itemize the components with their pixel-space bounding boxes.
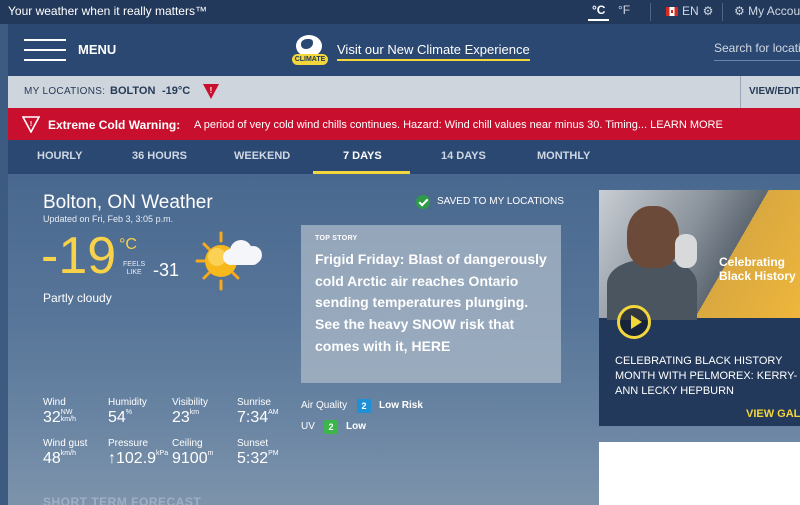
saved-to-my-locations-button[interactable]: SAVED TO MY LOCATIONS [437,196,564,207]
alert-title: Extreme Cold Warning: [48,118,181,132]
my-locations-bar: MY LOCATIONS: BOLTON -19°C ! VIEW/EDIT [8,76,800,108]
air-quality-level[interactable]: Low Risk [379,400,423,411]
ad-slot [599,442,800,505]
alert-triangle-icon: ! [22,116,40,133]
gallery-image[interactable]: Celebrating Black History [599,190,800,320]
tab-14-days[interactable]: 14 DAYS [441,150,486,162]
gallery-card[interactable]: Celebrating Black History CELEBRATING BLA… [599,190,800,426]
language-label: EN [682,4,699,18]
tab-hourly[interactable]: HOURLY [37,150,82,162]
canada-flag-icon [666,6,678,16]
account-label: My Account [748,4,800,18]
account-menu[interactable]: ⚙ My Account [734,4,800,18]
gallery-image-caption: Celebrating Black History [719,255,796,283]
location-temp: -19°C [162,85,191,97]
svg-text:!: ! [210,86,213,95]
climate-badge: CLIMATE [292,54,328,65]
feels-like-label: FEELS LIKE [123,261,146,276]
updated-timestamp: Updated on Fri, Feb 3, 3:05 p.m. [43,214,174,224]
page-title: Bolton, ON Weather [43,192,213,213]
site-tagline: Your weather when it really matters™ [8,4,207,18]
divider [650,3,651,21]
stat-wind-gust: Wind gust 48km/h [43,438,88,467]
feels-like-value: -31 [153,260,180,280]
short-term-forecast-heading: SHORT TERM FORECAST [43,495,202,505]
story-headline[interactable]: Frigid Friday: Blast of dangerously cold… [315,249,547,357]
tab-36-hours[interactable]: 36 HOURS [132,150,187,162]
partly-cloudy-sun-icon [195,231,262,291]
gear-icon: ⚙ [734,4,745,18]
menu-button[interactable]: MENU [78,42,116,57]
stat-visibility: Visibility 23km [172,397,208,426]
tab-weekend[interactable]: WEEKEND [234,150,290,162]
story-tag: TOP STORY [315,235,358,242]
play-icon[interactable] [617,305,651,339]
stat-pressure: Pressure ↑102.9kPa [108,438,169,467]
stat-sunrise: Sunrise 7:34AM [237,397,279,426]
climate-experience-link[interactable]: Visit our New Climate Experience [337,42,530,61]
alert-text[interactable]: A period of very cold wind chills contin… [194,119,723,131]
site-header: MENU CLIMATE Visit our New Climate Exper… [8,24,800,76]
current-temperature: -19 [41,227,117,285]
air-quality-label: Air Quality [301,400,348,411]
my-locations-label: MY LOCATIONS: [24,86,106,97]
location-bolton-link[interactable]: BOLTON [110,85,155,97]
uv-level[interactable]: Low [346,421,366,432]
weather-alert-banner[interactable]: ! Extreme Cold Warning: A period of very… [8,108,800,140]
unit-celsius-toggle[interactable]: °C [587,3,611,21]
stat-ceiling: Ceiling 9100m [172,438,214,467]
stat-sunset: Sunset 5:32PM [237,438,279,467]
unit-fahrenheit-toggle[interactable]: °F [618,3,630,17]
language-selector[interactable]: EN ⚙ [666,4,713,18]
stat-humidity: Humidity 54% [108,397,147,426]
current-conditions-panel: Bolton, ON Weather Updated on Fri, Feb 3… [8,174,800,505]
stat-wind: Wind 32NW km/h [43,397,76,426]
hamburger-menu-icon[interactable] [24,39,66,61]
uv-label: UV [301,421,315,432]
forecast-tabs: HOURLY 36 HOURS WEEKEND 7 DAYS 14 DAYS M… [8,140,800,174]
svg-text:!: ! [30,121,32,128]
search-input[interactable]: Search for location [714,37,800,61]
tab-7-days[interactable]: 7 DAYS [343,150,382,162]
condition-text: Partly cloudy [43,291,112,305]
warning-icon[interactable]: ! [202,82,220,100]
gear-icon: ⚙ [702,4,714,18]
top-story-card[interactable]: TOP STORY Frigid Friday: Blast of danger… [301,225,561,383]
view-gallery-link[interactable]: VIEW GALLERY [746,408,800,420]
divider [722,3,723,21]
temperature-unit: °C [119,236,137,253]
gallery-caption[interactable]: CELEBRATING BLACK HISTORY MONTH WITH PEL… [615,354,800,399]
air-quality-badge[interactable]: 2 [357,399,371,413]
top-bar: Your weather when it really matters™ °C … [0,0,800,24]
view-edit-locations-button[interactable]: VIEW/EDIT [740,76,800,108]
uv-badge[interactable]: 2 [324,420,338,434]
tab-monthly[interactable]: MONTHLY [537,150,590,162]
check-icon [416,195,430,209]
